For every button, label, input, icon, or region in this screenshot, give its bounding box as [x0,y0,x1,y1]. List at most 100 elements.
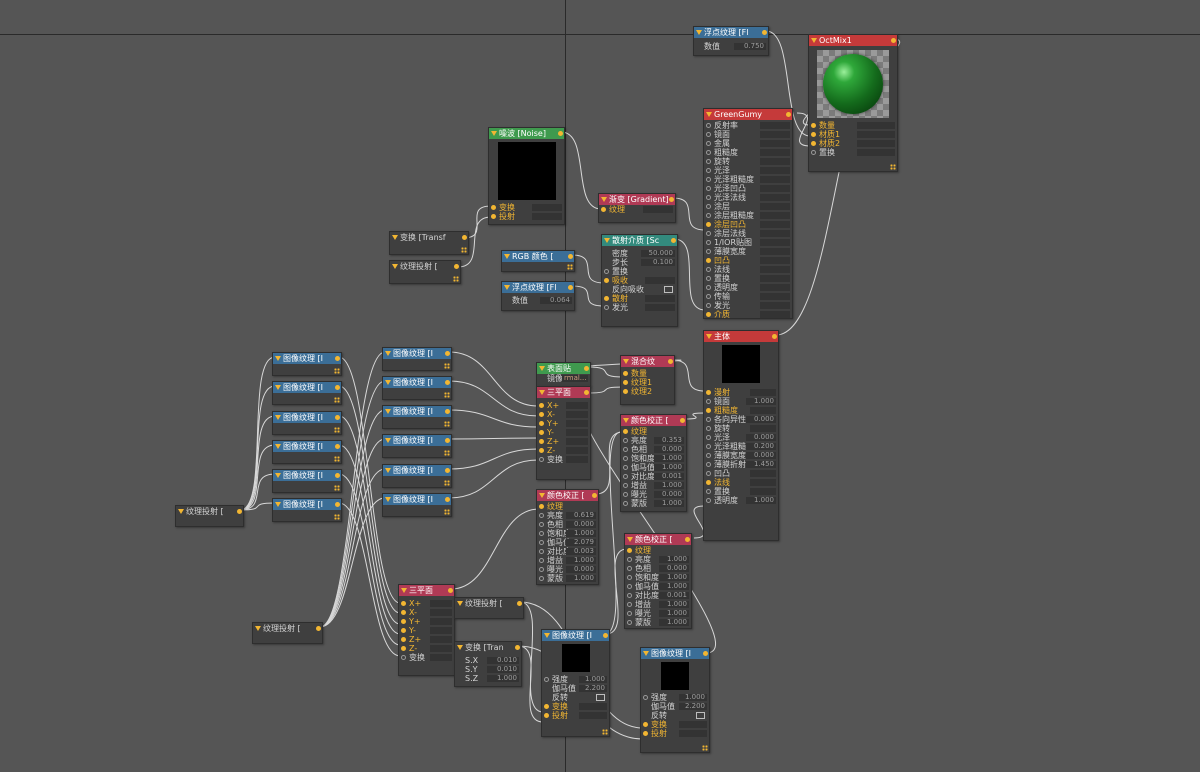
input-port[interactable] [706,168,711,173]
param-value[interactable]: 1.000 [654,455,684,462]
input-port[interactable] [539,522,544,527]
input-port[interactable] [706,471,711,476]
input-port[interactable] [623,501,628,506]
input-port[interactable] [539,421,544,426]
output-port[interactable] [445,497,450,502]
param-value[interactable]: 0.000 [659,565,689,572]
node-header[interactable]: 图像纹理 [I [641,648,709,659]
resize-grip-icon[interactable] [334,368,340,374]
collapse-triangle-icon[interactable] [604,238,610,243]
output-port[interactable] [592,493,597,498]
noise-node[interactable]: 噪波 [Noise] 变换 投射 [488,127,565,225]
resize-grip-icon[interactable] [444,363,450,369]
input-port[interactable] [623,447,628,452]
triplanar-node-bottom[interactable]: 三平面 X+ X- Y+ Y- Z+ Z- 变换 [398,584,455,676]
resize-grip-icon[interactable] [567,264,573,270]
collapse-triangle-icon[interactable] [623,359,629,364]
input-port[interactable] [811,123,816,128]
output-port[interactable] [603,633,608,638]
resize-grip-icon[interactable] [334,456,340,462]
input-port[interactable] [706,267,711,272]
resize-grip-icon[interactable] [890,164,896,170]
param-value[interactable]: 1.000 [566,557,596,564]
input-port[interactable] [491,214,496,219]
input-port[interactable] [539,457,544,462]
node-header[interactable]: 颜色校正 [ [537,490,598,501]
input-port[interactable] [627,557,632,562]
node-header[interactable]: 图像纹理 [I [273,353,341,364]
collapse-triangle-icon[interactable] [401,588,407,593]
node-header[interactable]: GreenGumy [704,109,792,120]
output-port[interactable] [237,509,242,514]
resize-grip-icon[interactable] [334,485,340,491]
input-port[interactable] [604,296,609,301]
node-header[interactable]: 三平面 [537,387,590,398]
image-texture-node-left-5[interactable]: 图像纹理 [I [272,469,342,493]
param-value[interactable]: 1.000 [659,601,689,608]
node-header[interactable]: 图像纹理 [I [383,348,451,359]
input-port[interactable] [539,439,544,444]
input-port[interactable] [544,713,549,718]
param-value[interactable]: 1.450 [746,461,776,468]
texture-projection-node-left[interactable]: 纹理投射 [ [175,505,244,527]
param-value[interactable]: 0.619 [566,512,596,519]
param-value[interactable]: 1.000 [679,694,707,701]
output-port[interactable] [445,438,450,443]
input-port[interactable] [491,205,496,210]
param-value[interactable]: 0.000 [566,521,596,528]
output-port[interactable] [584,390,589,395]
resize-grip-icon[interactable] [453,276,459,282]
input-port[interactable] [706,141,711,146]
node-header[interactable]: 图像纹理 [I [542,630,609,641]
input-port[interactable] [627,593,632,598]
resize-grip-icon[interactable] [334,397,340,403]
collapse-triangle-icon[interactable] [457,601,463,606]
texture-projection-node-c[interactable]: 纹理投射 [ [454,597,524,619]
output-port[interactable] [335,385,340,390]
input-port[interactable] [401,619,406,624]
float-texture-node-mid[interactable]: 浮点纹理 [Fl 数值 0.064 [501,281,575,311]
input-port[interactable] [706,186,711,191]
input-port[interactable] [706,204,711,209]
input-port[interactable] [623,456,628,461]
image-texture-node-left-3[interactable]: 图像纹理 [I [272,411,342,435]
input-port[interactable] [706,249,711,254]
node-editor-canvas[interactable]: 浮点纹理 [Fl 数值 0.750 OctMix1 数量 材质1 材质2 置换 G… [0,0,1200,772]
input-port[interactable] [601,207,606,212]
input-port[interactable] [706,312,711,317]
triplanar-node-top[interactable]: 三平面 X+ X- Y+ Y- Z+ Z- 变换 [536,386,591,480]
input-port[interactable] [623,438,628,443]
param-value[interactable]: 1.000 [659,574,689,581]
param-value[interactable]: 2.079 [566,539,596,546]
input-port[interactable] [811,150,816,155]
param-value[interactable]: 2.200 [579,685,607,692]
rgb-color-node[interactable]: RGB 颜色 [ [501,250,575,272]
input-port[interactable] [706,399,711,404]
output-port[interactable] [445,380,450,385]
collapse-triangle-icon[interactable] [504,254,510,259]
image-texture-node-left-1[interactable]: 图像纹理 [I [272,352,342,376]
image-texture-node-bottom-2[interactable]: 图像纹理 [I 强度 1.000 伽马值 2.200 反转 变换 投射 [640,647,710,753]
resize-grip-icon[interactable] [334,514,340,520]
param-value[interactable]: 1.000 [654,464,684,471]
output-port[interactable] [668,359,673,364]
output-port[interactable] [568,254,573,259]
node-header[interactable]: 表面贴 [537,363,590,374]
node-header[interactable]: 图像纹理 [I [273,412,341,423]
collapse-triangle-icon[interactable] [811,38,817,43]
collapse-triangle-icon[interactable] [457,645,463,650]
input-port[interactable] [706,408,711,413]
input-port[interactable] [539,504,544,509]
input-port[interactable] [539,567,544,572]
input-port[interactable] [627,602,632,607]
input-port[interactable] [706,150,711,155]
input-port[interactable] [706,462,711,467]
param-value[interactable]: 0.001 [659,592,689,599]
input-port[interactable] [706,390,711,395]
collapse-triangle-icon[interactable] [539,493,545,498]
param-value[interactable]: 50.000 [641,250,675,257]
color-correct-node-1[interactable]: 颜色校正 [ 纹理 亮度 0.353 色相 0.000 饱和度 1.000 伽马值 1.000 对… [620,414,687,512]
resize-grip-icon[interactable] [334,427,340,433]
input-port[interactable] [604,305,609,310]
invert-checkbox[interactable] [596,694,605,701]
